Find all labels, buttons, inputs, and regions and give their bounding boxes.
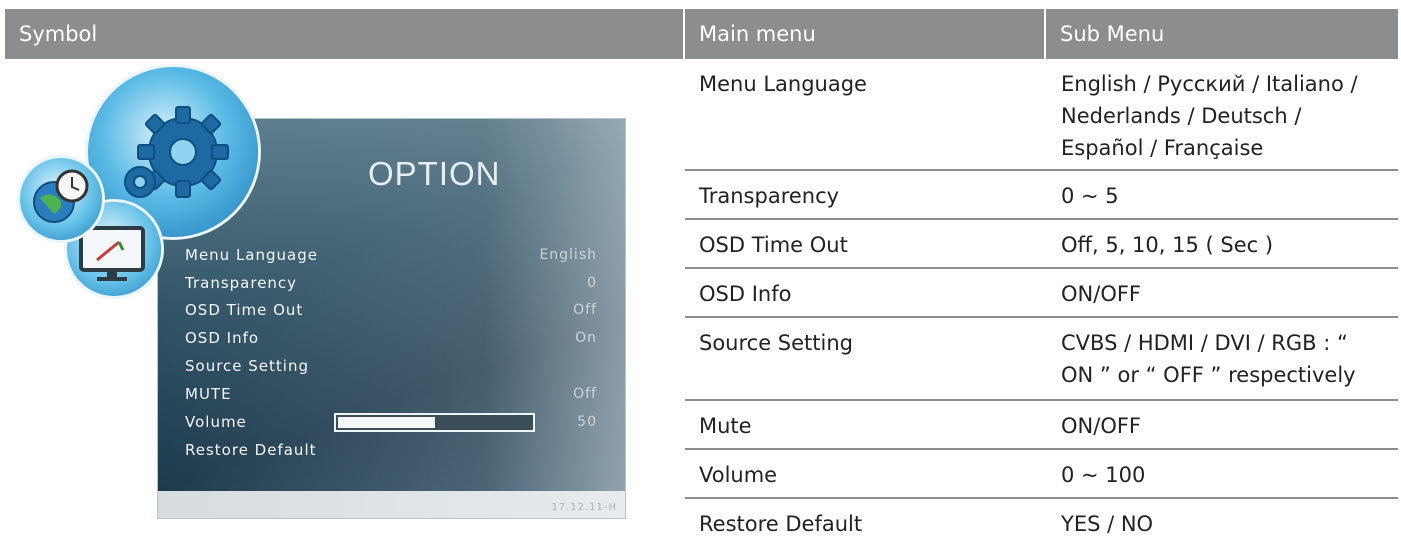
osd-value-osd-info: On <box>575 330 597 346</box>
settings-table: Menu Language English / Русский / Italia… <box>685 59 1398 548</box>
table-row: Menu Language English / Русский / Italia… <box>685 59 1398 171</box>
osd-item-osd-time-out: OSD Time Out <box>185 301 304 319</box>
main-menu-cell: Menu Language <box>699 72 867 96</box>
osd-value-mute: Off <box>573 386 597 402</box>
osd-footer-text: 17.12.11-H <box>551 502 617 513</box>
main-menu-cell: Source Setting <box>699 331 853 355</box>
table-row: OSD Info ON/OFF <box>685 269 1398 318</box>
sub-menu-cell: 0 ~ 100 <box>1061 463 1146 487</box>
table-row: Transparency 0 ~ 5 <box>685 171 1398 220</box>
osd-item-source-setting: Source Setting <box>185 357 309 375</box>
globe-bubble <box>20 158 102 240</box>
table-row: Volume 0 ~ 100 <box>685 450 1398 499</box>
osd-item-mute: MUTE <box>185 385 232 403</box>
osd-item-restore-default: Restore Default <box>185 441 317 459</box>
osd-value-osd-time-out: Off <box>573 302 597 318</box>
osd-item-transparency: Transparency <box>185 274 298 292</box>
osd-item-volume: Volume <box>185 413 247 431</box>
osd-volume-bar <box>334 413 535 432</box>
main-menu-cell: Volume <box>699 463 778 487</box>
osd-title: OPTION <box>368 155 501 192</box>
table-row: Source Setting CVBS / HDMI / DVI / RGB :… <box>685 318 1398 401</box>
sub-menu-cell: YES / NO <box>1061 512 1154 536</box>
globe-clock-icon <box>33 169 89 223</box>
sub-menu-cell: Off, 5, 10, 15 ( Sec ) <box>1061 233 1274 257</box>
sub-menu-cell: ON/OFF <box>1061 282 1142 306</box>
sub-menu-cell: English / Русский / Italiano / Nederland… <box>1061 72 1358 160</box>
sub-menu-cell: 0 ~ 5 <box>1061 184 1119 208</box>
table-row: OSD Time Out Off, 5, 10, 15 ( Sec ) <box>685 220 1398 269</box>
main-menu-cell: OSD Time Out <box>699 233 848 257</box>
table-row: Mute ON/OFF <box>685 401 1398 450</box>
osd-item-menu-language: Menu Language <box>185 246 318 264</box>
table-row: Restore Default YES / NO <box>685 499 1398 548</box>
osd-footer: 17.12.11-H <box>158 491 625 518</box>
main-menu-cell: Restore Default <box>699 512 863 536</box>
header-sub-menu: Sub Menu <box>1046 9 1398 59</box>
osd-value-menu-language: English <box>539 247 597 263</box>
main-menu-cell: Transparency <box>699 184 840 208</box>
header-symbol: Symbol <box>5 9 683 59</box>
header-main-menu: Main menu <box>685 9 1044 59</box>
main-menu-cell: OSD Info <box>699 282 792 306</box>
main-menu-cell: Mute <box>699 414 752 438</box>
sub-menu-cell: ON/OFF <box>1061 414 1142 438</box>
osd-volume-bar-fill <box>338 417 435 428</box>
osd-item-osd-info: OSD Info <box>185 329 260 347</box>
sub-menu-cell: CVBS / HDMI / DVI / RGB : “ ON ” or “ OF… <box>1061 331 1356 387</box>
osd-value-volume: 50 <box>577 414 597 430</box>
osd-value-transparency: 0 <box>587 275 597 291</box>
